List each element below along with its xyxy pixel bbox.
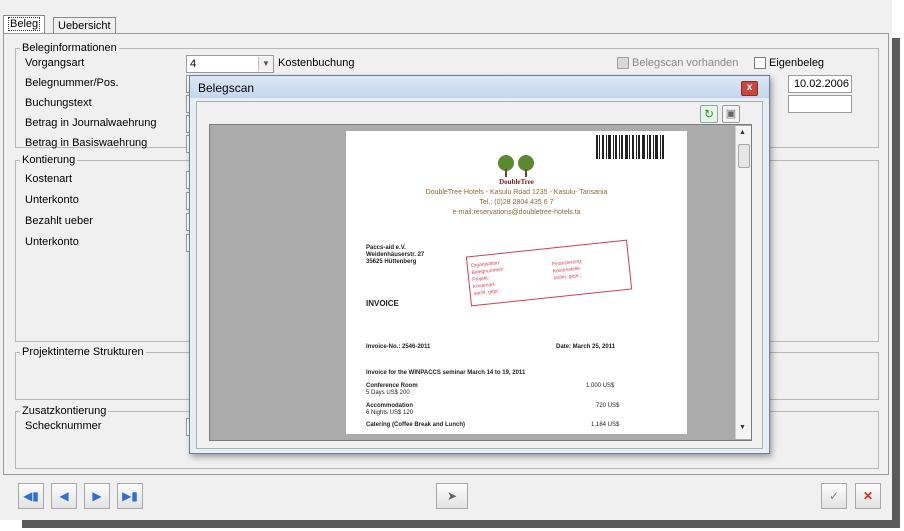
belegscan-label: Belegscan vorhanden (632, 57, 739, 69)
tab-beleg[interactable]: Beleg (3, 15, 46, 34)
hotel-name: DoubleTree (499, 178, 534, 186)
save-icon: ▣ (725, 108, 737, 120)
stamp-sachl-gepr: sachl. gepr.: (473, 288, 501, 297)
invoice-intro: Invoice for the WINPACCS seminar March 1… (366, 370, 526, 376)
next-record-button[interactable]: ▶ (84, 483, 110, 509)
previous-record-button[interactable]: ◀ (51, 483, 77, 509)
last-icon: ▶▮ (122, 489, 138, 503)
item-amount: 720 US$ (596, 403, 620, 409)
scroll-down-icon[interactable]: ▼ (739, 424, 746, 431)
item-amount: 1.000 US$ (586, 383, 615, 389)
eigenbeleg-label: Eigenbeleg (769, 57, 825, 69)
belegscan-checkbox (617, 57, 629, 69)
item-name: Accommodation (366, 403, 414, 409)
belegnummer-label: Belegnummer/Pos. (25, 77, 119, 89)
bezahlt-ueber-label: Bezahlt ueber (25, 215, 93, 227)
next-icon: ▶ (92, 489, 102, 503)
beleginformationen-legend: Beleginformationen (20, 42, 119, 55)
ok-button[interactable]: ✓ (821, 483, 847, 509)
tree-logo-icon (498, 155, 534, 177)
belegscan-dialog: Belegscan x ↻ ▣ DoubleTree DoubleTree Ho… (189, 75, 770, 454)
betrag-journal-label: Betrag in Journalwaehrung (25, 117, 157, 129)
kostenart-label: Kostenart (25, 173, 73, 185)
hotel-line3: e-mail:reservations@doubletree-hotels.ta (452, 209, 581, 216)
first-record-button[interactable]: ◀▮ (18, 483, 44, 509)
save-button[interactable]: ▣ (722, 105, 740, 123)
projekt-legend: Projektinterne Strukturen (20, 346, 146, 359)
invoice-number: Invoice-No.: 2546-2011 (366, 344, 431, 350)
item-amount: 1.184 US$ (591, 422, 620, 428)
tab-beleg-label: Beleg (8, 17, 41, 31)
dialog-close-button[interactable]: x (741, 81, 758, 96)
tab-uebersicht[interactable]: Uebersicht (53, 17, 116, 34)
eraser-icon: ➤ (446, 489, 458, 503)
address-line2: Weidenhäuserstr. 27 (366, 252, 425, 258)
hotel-line2: Tel.: (0)28 2804 435 6 7 (479, 199, 554, 206)
checkmark-icon: ✓ (828, 489, 840, 503)
receipt-stamp: Organisation: Belegnummer: Projekt: Kost… (465, 239, 633, 307)
dialog-titlebar[interactable]: Belegscan x (190, 76, 769, 98)
previous-icon: ◀ (59, 489, 69, 503)
dialog-title: Belegscan (198, 81, 255, 95)
address-line3: 35625 Hüttenberg (366, 259, 417, 265)
cross-icon: ✕ (862, 489, 874, 503)
window-shadow-right (892, 38, 900, 526)
hotel-line1: DoubleTree Hotels - Kasulu Road 1235 - K… (425, 189, 608, 196)
viewer-scrollbar[interactable]: ▲ ▼ (735, 126, 751, 439)
kontierung-legend: Kontierung (20, 154, 78, 167)
item-detail: 6 Nights US$ 120 (366, 410, 414, 416)
vorgangsart-select[interactable]: 4 ▼ (186, 55, 274, 73)
refresh-button[interactable]: ↻ (700, 105, 718, 123)
item-name: Conference Room (366, 383, 418, 389)
scan-viewer[interactable]: DoubleTree DoubleTree Hotels - Kasulu Ro… (209, 124, 752, 441)
zusatz-legend: Zusatzkontierung (20, 405, 109, 418)
date-field[interactable]: 10.02.2006 (788, 75, 852, 93)
item-name: Catering (Coffee Break and Lunch) (366, 422, 466, 428)
vorgangsart-value: 4 (190, 58, 197, 70)
barcode-icon (596, 135, 664, 159)
scroll-up-icon[interactable]: ▲ (739, 129, 746, 136)
first-icon: ◀▮ (23, 489, 39, 503)
scan-page: DoubleTree DoubleTree Hotels - Kasulu Ro… (346, 131, 687, 434)
vorgangsart-text: Kostenbuchung (278, 57, 355, 69)
scan-button[interactable]: ➤ (436, 483, 468, 509)
unterkonto2-label: Unterkonto (25, 236, 79, 248)
betrag-basis-label: Betrag in Basiswaehrung (25, 137, 148, 149)
close-icon: x (746, 82, 753, 93)
invoice-heading: INVOICE (366, 299, 399, 308)
tab-uebersicht-label: Uebersicht (58, 20, 111, 32)
chevron-down-icon[interactable]: ▼ (258, 57, 273, 71)
refresh-icon: ↻ (703, 107, 715, 121)
vorgangsart-label: Vorgangsart (25, 57, 85, 69)
address-line1: Paccs-aid e.V. (366, 245, 406, 251)
scroll-thumb[interactable] (738, 144, 750, 168)
invoice-date: Date: March 25, 2011 (556, 344, 616, 350)
item-detail: 5 Days US$ 200 (366, 390, 410, 396)
dialog-body: ↻ ▣ DoubleTree DoubleTree Hotels - Kasul… (196, 101, 763, 449)
window-shadow-bottom (22, 520, 900, 528)
date-extra-field[interactable] (788, 95, 852, 113)
unterkonto1-label: Unterkonto (25, 194, 79, 206)
schecknummer-label: Schecknummer (25, 420, 102, 432)
cancel-button[interactable]: ✕ (855, 483, 881, 509)
eigenbeleg-checkbox[interactable] (754, 57, 766, 69)
buchungstext-label: Buchungstext (25, 97, 92, 109)
date-value: 10.02.2006 (793, 78, 849, 90)
last-record-button[interactable]: ▶▮ (117, 483, 143, 509)
